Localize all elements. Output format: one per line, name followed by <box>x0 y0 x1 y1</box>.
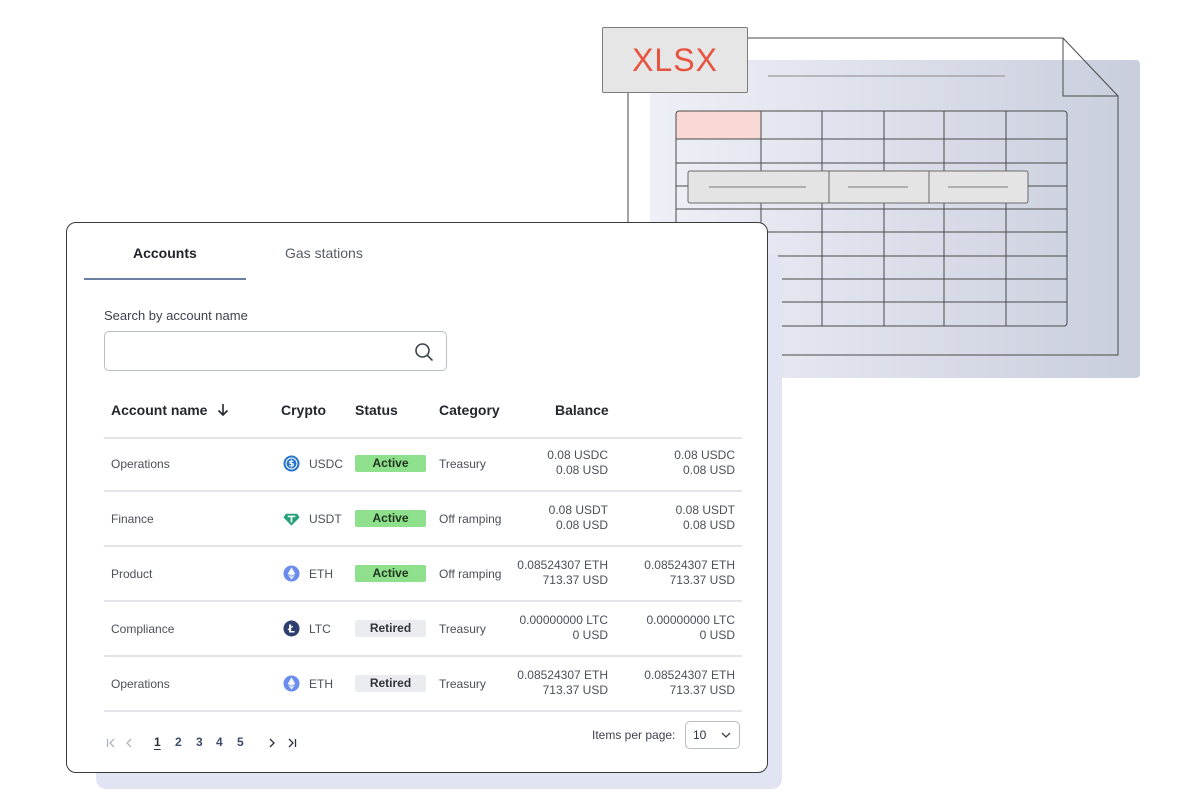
accounts-card: Accounts Gas stations Search by account … <box>66 222 768 773</box>
balance-usd: 713.37 USD <box>542 573 608 587</box>
items-per-page-label: Items per page: <box>592 728 676 742</box>
balance-crypto: 0.00000000 LTC <box>646 613 735 627</box>
balance-crypto: 0.08 USDC <box>547 448 608 462</box>
table-row[interactable]: Finance USDT Active Off ramping 0.08 USD… <box>104 492 742 547</box>
items-per-page-select[interactable]: 10 <box>685 721 740 749</box>
balance-primary: 0.00000000 LTC 0 USD <box>519 613 608 643</box>
search-label: Search by account name <box>104 308 248 323</box>
column-header-account-name[interactable]: Account name <box>111 402 207 418</box>
sort-arrow-down-icon[interactable] <box>216 402 230 418</box>
table-header: Account name Crypto Status Category Bala… <box>104 391 742 439</box>
category-text: Treasury <box>439 457 486 471</box>
column-header-balance: Balance <box>555 402 609 418</box>
search-icon[interactable] <box>414 342 434 362</box>
svg-text:$: $ <box>289 460 295 470</box>
category-text: Treasury <box>439 622 486 636</box>
balance-crypto: 0.08524307 ETH <box>517 558 608 572</box>
balance-primary: 0.08 USDC 0.08 USD <box>547 448 608 478</box>
tab-accounts[interactable]: Accounts <box>133 245 197 261</box>
page-1-button[interactable]: 1 <box>154 735 161 749</box>
balance-usd: 713.37 USD <box>542 683 608 697</box>
balance-crypto: 0.08 USDT <box>675 503 735 517</box>
account-name: Finance <box>111 512 154 526</box>
previous-page-icon[interactable] <box>124 738 136 748</box>
balance-crypto: 0.08 USDT <box>548 503 608 517</box>
page-4-button[interactable]: 4 <box>216 735 223 749</box>
table-row[interactable]: Product ETH Active Off ramping 0.0852430… <box>104 547 742 602</box>
crypto-code: ETH <box>309 567 333 581</box>
account-name: Compliance <box>111 622 175 636</box>
usdc-icon: $ <box>283 455 300 472</box>
page-5-button[interactable]: 5 <box>237 735 244 749</box>
category-text: Off ramping <box>439 567 502 581</box>
category-text: Off ramping <box>439 512 502 526</box>
first-page-icon[interactable] <box>106 738 118 748</box>
crypto-code: USDT <box>309 512 342 526</box>
column-header-status: Status <box>355 402 398 418</box>
table-row[interactable]: Operations $ USDC Active Treasury 0.08 U… <box>104 437 742 492</box>
category-text: Treasury <box>439 677 486 691</box>
balance-usd: 0.08 USD <box>682 518 735 532</box>
balance-usd: 713.37 USD <box>669 573 735 587</box>
page-3-button[interactable]: 3 <box>196 735 203 749</box>
balance-primary: 0.08524307 ETH 713.37 USD <box>517 558 608 588</box>
balance-usd: 0 USD <box>699 628 735 642</box>
balance-usd: 0.08 USD <box>555 463 608 477</box>
column-header-crypto: Crypto <box>281 402 327 418</box>
tab-gas-stations[interactable]: Gas stations <box>285 245 363 261</box>
balance-secondary: 0.08 USDT 0.08 USD <box>676 503 735 533</box>
eth-icon <box>283 565 300 582</box>
balance-usd: 0 USD <box>572 628 608 642</box>
tab-bar: Accounts Gas stations <box>84 223 484 281</box>
crypto-code: LTC <box>309 622 331 636</box>
balance-crypto: 0.08524307 ETH <box>644 558 735 572</box>
balance-primary: 0.08 USDT 0.08 USD <box>549 503 608 533</box>
balance-crypto: 0.08524307 ETH <box>517 668 608 682</box>
eth-icon <box>283 675 300 692</box>
balance-usd: 0.08 USD <box>555 518 608 532</box>
balance-crypto: 0.00000000 LTC <box>519 613 608 627</box>
status-badge: Retired <box>355 675 426 692</box>
svg-text:Ł: Ł <box>287 623 295 635</box>
balance-crypto: 0.08524307 ETH <box>644 668 735 682</box>
active-tab-indicator <box>84 278 246 280</box>
search-input[interactable] <box>104 331 447 371</box>
column-header-category: Category <box>439 402 500 418</box>
crypto-code: USDC <box>309 457 344 471</box>
ltc-icon: Ł <box>283 620 300 637</box>
status-badge: Active <box>355 565 426 582</box>
crypto-code: ETH <box>309 677 333 691</box>
last-page-icon[interactable] <box>286 738 298 748</box>
xlsx-file-label: XLSX <box>602 27 748 93</box>
account-name: Operations <box>111 457 170 471</box>
balance-crypto: 0.08 USDC <box>674 448 735 462</box>
page-2-button[interactable]: 2 <box>175 735 182 749</box>
usdt-icon <box>283 513 300 526</box>
status-badge: Active <box>355 510 426 527</box>
table-row[interactable]: Compliance Ł LTC Retired Treasury 0.0000… <box>104 602 742 657</box>
balance-primary: 0.08524307 ETH 713.37 USD <box>517 668 608 698</box>
status-badge: Active <box>355 455 426 472</box>
account-name: Operations <box>111 677 170 691</box>
balance-usd: 713.37 USD <box>669 683 735 697</box>
status-badge: Retired <box>355 620 426 637</box>
table-row[interactable]: Operations ETH Retired Treasury 0.085243… <box>104 657 742 712</box>
table-body: Operations $ USDC Active Treasury 0.08 U… <box>104 437 742 712</box>
next-page-icon[interactable] <box>266 738 278 748</box>
balance-usd: 0.08 USD <box>682 463 735 477</box>
balance-secondary: 0.00000000 LTC 0 USD <box>646 613 735 643</box>
chevron-down-icon <box>721 732 731 738</box>
balance-secondary: 0.08524307 ETH 713.37 USD <box>644 668 735 698</box>
balance-secondary: 0.08524307 ETH 713.37 USD <box>644 558 735 588</box>
items-per-page-value: 10 <box>693 728 707 742</box>
account-name: Product <box>111 567 153 581</box>
balance-secondary: 0.08 USDC 0.08 USD <box>674 448 735 478</box>
